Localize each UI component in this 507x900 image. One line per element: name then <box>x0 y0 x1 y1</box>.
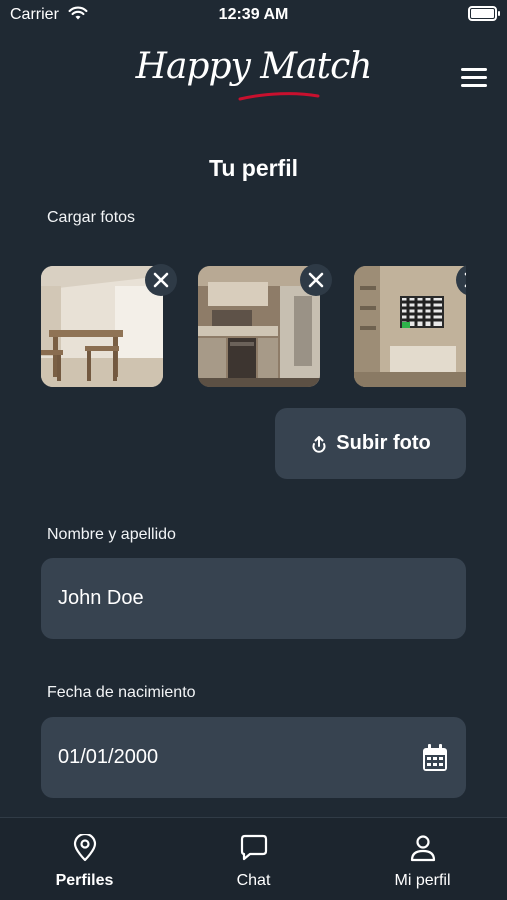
map-pin-icon <box>73 834 96 862</box>
tab-chat[interactable]: Chat <box>169 818 338 900</box>
calendar-icon[interactable] <box>422 744 448 772</box>
tab-perfiles[interactable]: Perfiles <box>0 818 169 900</box>
name-field[interactable] <box>41 558 466 639</box>
remove-photo-button[interactable] <box>300 264 332 296</box>
living-room-photo <box>354 266 466 387</box>
birth-date-field[interactable] <box>41 717 466 798</box>
remove-photo-button[interactable] <box>145 264 177 296</box>
photos-label: Cargar fotos <box>47 209 136 226</box>
bottom-tab-bar: Perfiles Chat Mi perfil <box>0 817 507 900</box>
close-icon <box>308 272 324 288</box>
close-icon <box>153 272 169 288</box>
tab-perfiles-label: Perfiles <box>55 872 114 889</box>
birth-date-input[interactable] <box>58 746 398 769</box>
close-icon <box>464 272 466 288</box>
status-time: 12:39 AM <box>218 6 289 23</box>
tab-mi-perfil-label: Mi perfil <box>394 872 451 889</box>
app-logo: Happy Match <box>135 46 373 87</box>
upload-photo-label: Subir foto <box>336 432 431 454</box>
chat-bubble-icon <box>240 834 267 861</box>
page-title: Tu perfil <box>208 155 298 181</box>
user-icon <box>410 835 435 862</box>
photos-strip[interactable] <box>41 264 466 387</box>
hamburger-menu-icon[interactable] <box>461 68 487 88</box>
upload-photo-button[interactable]: Subir foto <box>275 408 466 479</box>
name-label: Nombre y apellido <box>47 526 176 543</box>
photo-thumbnail[interactable] <box>354 266 466 387</box>
name-input[interactable] <box>58 587 398 610</box>
birth-date-label: Fecha de nacimiento <box>47 684 196 701</box>
logo-underline <box>238 92 320 101</box>
battery-icon <box>468 6 500 21</box>
status-bar: Carrier 12:39 AM <box>0 0 507 30</box>
tab-chat-label: Chat <box>236 872 271 889</box>
tab-mi-perfil[interactable]: Mi perfil <box>338 818 507 900</box>
upload-icon <box>312 435 326 453</box>
